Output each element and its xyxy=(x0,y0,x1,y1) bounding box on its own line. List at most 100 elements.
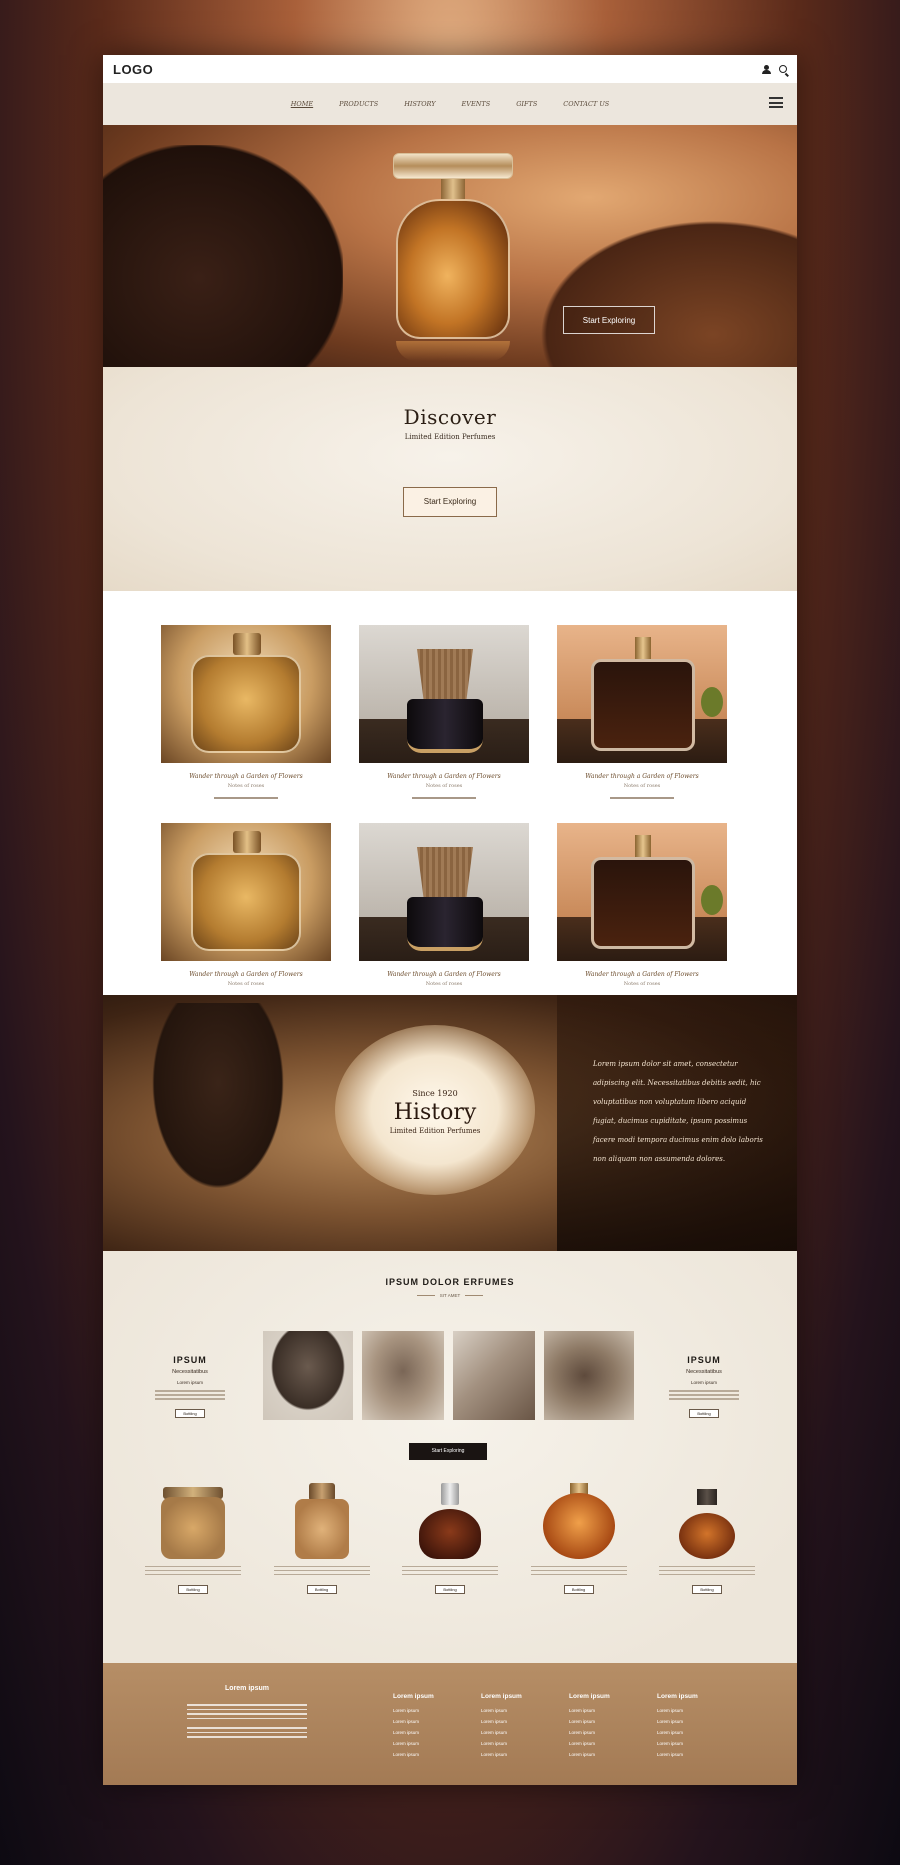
main-nav: HOME PRODUCTS HISTORY EVENTS GIFTS CONTA… xyxy=(103,83,797,125)
gallery-start-exploring-button[interactable]: Start Exploring xyxy=(409,1443,487,1460)
jar-button[interactable]: Bottling xyxy=(435,1584,465,1594)
hero-start-exploring-button[interactable]: Start Exploring xyxy=(563,306,655,334)
jar-product[interactable]: Bottling xyxy=(262,1483,382,1596)
product-image xyxy=(557,625,727,763)
jar-button[interactable]: Bottling xyxy=(306,1584,337,1594)
product-divider xyxy=(214,797,278,799)
footer-link[interactable]: Lorem ipsum xyxy=(657,1708,703,1713)
footer: Lorem ipsum Lorem ipsum Lorem ipsum Lore… xyxy=(103,1663,797,1785)
history-title: History xyxy=(393,1100,477,1125)
footer-column: Lorem ipsum Lorem ipsum Lorem ipsum Lore… xyxy=(481,1693,527,1763)
right-block-title: IPSUM xyxy=(687,1355,721,1365)
product-name: Wander through a Garden of Flowers xyxy=(189,971,303,978)
jar-image xyxy=(262,1483,382,1563)
footer-link[interactable]: Lorem ipsum xyxy=(481,1741,527,1746)
footer-link[interactable]: Lorem ipsum xyxy=(481,1708,527,1713)
product-card[interactable]: Wander through a Garden of Flowers Notes… xyxy=(161,823,331,987)
product-card[interactable]: Wander through a Garden of Flowers Notes… xyxy=(359,625,529,799)
jar-product[interactable]: Bottling xyxy=(647,1483,767,1596)
footer-link[interactable]: Lorem ipsum xyxy=(481,1719,527,1724)
history-man-image xyxy=(143,1003,293,1203)
gallery-left-block: IPSUM Necessitatibus Lorem ipsum Bottlin… xyxy=(145,1355,235,1420)
footer-column-title: Lorem ipsum xyxy=(393,1693,434,1700)
right-block-text-lines xyxy=(659,1390,749,1400)
search-icon[interactable] xyxy=(779,65,787,73)
product-divider xyxy=(412,797,476,799)
history-paragraph: Lorem ipsum dolor sit amet, consectetur … xyxy=(593,1060,763,1163)
product-sub: Notes of roses xyxy=(425,981,463,987)
nav-item-products[interactable]: PRODUCTS xyxy=(339,100,378,108)
left-block-subtitle: Necessitatibus xyxy=(172,1369,208,1375)
footer-link[interactable]: Lorem ipsum xyxy=(393,1741,439,1746)
product-card[interactable]: Wander through a Garden of Flowers Notes… xyxy=(557,625,727,799)
footer-about-title: Lorem ipsum xyxy=(225,1685,269,1692)
product-card[interactable]: Wander through a Garden of Flowers Notes… xyxy=(359,823,529,987)
footer-link[interactable]: Lorem ipsum xyxy=(657,1719,703,1724)
footer-link[interactable]: Lorem ipsum xyxy=(569,1752,615,1757)
footer-columns: Lorem ipsum Lorem ipsum Lorem ipsum Lore… xyxy=(393,1693,703,1763)
nav-item-home[interactable]: HOME xyxy=(291,100,313,108)
product-sub: Notes of roses xyxy=(623,981,661,987)
left-block-title: IPSUM xyxy=(173,1355,207,1365)
jar-product[interactable]: Bottling xyxy=(133,1483,253,1596)
product-image xyxy=(161,823,331,961)
jar-button[interactable]: Bottling xyxy=(563,1584,594,1594)
product-grid-section: Wander through a Garden of Flowers Notes… xyxy=(103,591,797,995)
footer-link[interactable]: Lorem ipsum xyxy=(393,1752,439,1757)
gallery-photo[interactable] xyxy=(362,1331,444,1420)
left-block-text-lines xyxy=(145,1390,235,1400)
product-sub: Notes of roses xyxy=(227,981,265,987)
jar-button[interactable]: Bottling xyxy=(692,1584,722,1594)
footer-link[interactable]: Lorem ipsum xyxy=(657,1730,703,1735)
footer-link[interactable]: Lorem ipsum xyxy=(657,1752,703,1757)
jar-text-lines xyxy=(647,1565,767,1575)
page-frame: LOGO HOME PRODUCTS HISTORY EVENTS GIFTS … xyxy=(103,55,797,1785)
footer-link[interactable]: Lorem ipsum xyxy=(569,1708,615,1713)
jar-product[interactable]: Bottling xyxy=(390,1483,510,1596)
footer-link[interactable]: Lorem ipsum xyxy=(569,1741,615,1746)
nav-item-history[interactable]: HISTORY xyxy=(404,100,435,108)
footer-link[interactable]: Lorem ipsum xyxy=(569,1730,615,1735)
footer-link[interactable]: Lorem ipsum xyxy=(393,1719,439,1724)
product-sub: Notes of roses xyxy=(623,783,661,789)
footer-about: Lorem ipsum xyxy=(187,1685,307,1741)
logo[interactable]: LOGO xyxy=(113,62,153,77)
jar-product[interactable]: Bottling xyxy=(519,1483,639,1596)
discover-start-exploring-button[interactable]: Start Exploring xyxy=(403,487,497,517)
right-block-subtitle: Necessitatibus xyxy=(686,1369,722,1375)
footer-link[interactable]: Lorem ipsum xyxy=(393,1730,439,1735)
hamburger-menu-icon[interactable] xyxy=(769,97,783,108)
footer-link[interactable]: Lorem ipsum xyxy=(569,1719,615,1724)
footer-link[interactable]: Lorem ipsum xyxy=(481,1752,527,1757)
gallery-photo[interactable] xyxy=(263,1331,353,1420)
hero-hills xyxy=(517,205,797,367)
footer-link[interactable]: Lorem ipsum xyxy=(481,1730,527,1735)
footer-link[interactable]: Lorem ipsum xyxy=(657,1741,703,1746)
product-name: Wander through a Garden of Flowers xyxy=(585,773,699,780)
product-name: Wander through a Garden of Flowers xyxy=(585,971,699,978)
user-icon[interactable] xyxy=(762,64,771,74)
jar-button[interactable]: Bottling xyxy=(178,1584,208,1594)
hero-perfume-bottle xyxy=(393,153,513,361)
jar-image xyxy=(519,1483,639,1563)
left-block-button[interactable]: Bottling xyxy=(175,1409,205,1418)
product-card[interactable]: Wander through a Garden of Flowers Notes… xyxy=(557,823,727,987)
jar-text-lines xyxy=(519,1565,639,1575)
product-grid: Wander through a Garden of Flowers Notes… xyxy=(161,625,742,987)
gallery-photo[interactable] xyxy=(544,1331,634,1420)
nav-item-gifts[interactable]: GIFTS xyxy=(516,100,537,108)
gallery-photo[interactable] xyxy=(453,1331,535,1420)
product-name: Wander through a Garden of Flowers xyxy=(387,971,501,978)
product-card[interactable]: Wander through a Garden of Flowers Notes… xyxy=(161,625,331,799)
right-block-button[interactable]: Bottling xyxy=(689,1409,719,1418)
jar-product-row: Bottling Bottling Bottling Bottling Bott xyxy=(133,1483,767,1596)
history-heading-block: Since 1920 History Limited Edition Perfu… xyxy=(335,1089,535,1135)
gallery-right-block: IPSUM Necessitatibus Lorem ipsum Bottlin… xyxy=(659,1355,749,1420)
nav-item-contact-us[interactable]: CONTACT US xyxy=(563,100,609,108)
jar-image xyxy=(647,1483,767,1563)
discover-subtitle: Limited Edition Perfumes xyxy=(404,433,496,441)
product-image xyxy=(359,823,529,961)
gallery-subtitle: SIT AMET xyxy=(103,1293,797,1298)
nav-item-events[interactable]: EVENTS xyxy=(462,100,491,108)
footer-link[interactable]: Lorem ipsum xyxy=(393,1708,439,1713)
